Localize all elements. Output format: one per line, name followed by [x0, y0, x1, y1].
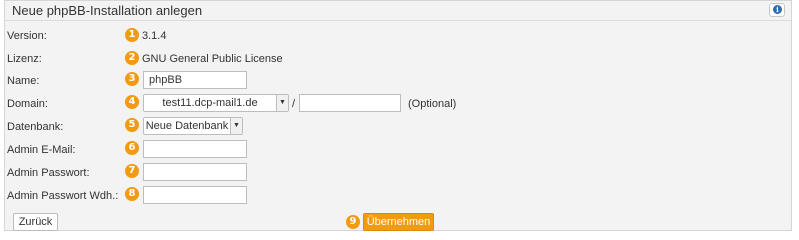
back-button[interactable]: Zurück — [13, 213, 58, 231]
step-badge-8: 8 — [125, 187, 139, 201]
domain-path-input[interactable] — [299, 94, 401, 112]
admin-password-input[interactable] — [143, 163, 247, 181]
domain-path-separator: / — [292, 98, 296, 110]
chevron-down-icon: ▼ — [230, 118, 242, 134]
info-button[interactable]: i — [769, 3, 785, 17]
license-label: Lizenz: — [7, 53, 42, 65]
step-badge-7: 7 — [125, 164, 139, 178]
step-badge-4: 4 — [125, 95, 139, 109]
version-value: 3.1.4 — [142, 30, 167, 42]
admin-password-repeat-label: Admin Passwort Wdh.: — [7, 190, 119, 202]
database-label: Datenbank: — [7, 121, 64, 133]
name-label: Name: — [7, 75, 40, 87]
version-label: Version: — [7, 30, 47, 42]
apply-button[interactable]: Übernehmen — [363, 213, 434, 231]
admin-email-label: Admin E-Mail: — [7, 144, 76, 156]
domain-select-value: test11.dcp-mail1.de — [162, 97, 258, 109]
step-badge-9: 9 — [346, 215, 360, 229]
domain-label: Domain: — [7, 98, 48, 110]
license-value: GNU General Public License — [142, 53, 283, 65]
database-select[interactable]: Neue Datenbank ▼ — [143, 117, 243, 135]
info-icon: i — [773, 5, 782, 14]
page-title: Neue phpBB-Installation anlegen — [12, 3, 203, 18]
domain-optional-hint: (Optional) — [408, 98, 457, 110]
installation-panel: Neue phpBB-Installation anlegen i — [4, 0, 792, 231]
domain-select[interactable]: test11.dcp-mail1.de ▼ — [143, 94, 289, 112]
step-badge-5: 5 — [125, 118, 139, 132]
step-badge-6: 6 — [125, 141, 139, 155]
panel-header: Neue phpBB-Installation anlegen i — [5, 1, 791, 21]
admin-password-label: Admin Passwort: — [7, 167, 90, 179]
chevron-down-icon: ▼ — [276, 95, 288, 111]
admin-password-repeat-input[interactable] — [143, 186, 247, 204]
name-input[interactable]: phpBB — [143, 71, 247, 89]
step-badge-2: 2 — [125, 51, 139, 65]
step-badge-3: 3 — [125, 72, 139, 86]
admin-email-input[interactable] — [143, 140, 247, 158]
database-select-value: Neue Datenbank — [145, 120, 229, 132]
step-badge-1: 1 — [125, 28, 139, 42]
